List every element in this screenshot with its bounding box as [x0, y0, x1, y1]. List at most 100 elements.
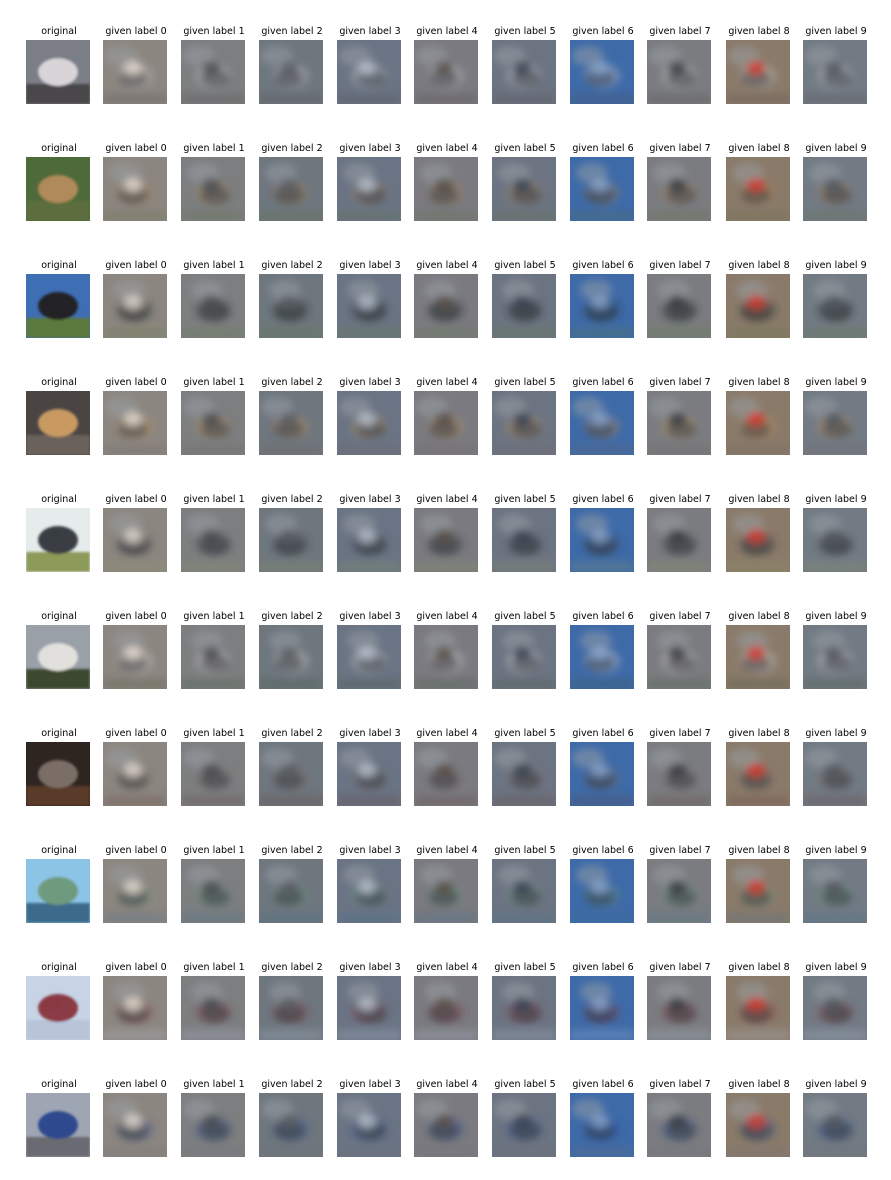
generated-image [259, 274, 323, 338]
generated-image [181, 976, 245, 1040]
generated-image [414, 508, 478, 572]
generated-image [103, 274, 167, 338]
image-caption: given label 9 [805, 26, 867, 37]
generated-image [492, 859, 556, 923]
generated-image [570, 157, 634, 221]
generated-image [726, 40, 790, 104]
generated-image [337, 40, 401, 104]
image-caption: given label 9 [805, 143, 867, 154]
generated-image [259, 1093, 323, 1157]
generated-image [181, 40, 245, 104]
generated-image [259, 508, 323, 572]
generated-image [103, 625, 167, 689]
generated-image [181, 625, 245, 689]
generated-image [647, 742, 711, 806]
generated-image [647, 157, 711, 221]
original-image [26, 40, 90, 104]
generated-image [337, 508, 401, 572]
generated-image [259, 391, 323, 455]
generated-image [414, 976, 478, 1040]
original-image [26, 508, 90, 572]
generated-image [570, 1093, 634, 1157]
generated-image [414, 742, 478, 806]
generated-image [492, 391, 556, 455]
generated-image [570, 274, 634, 338]
generated-image [492, 157, 556, 221]
generated-image [726, 859, 790, 923]
generated-image [259, 976, 323, 1040]
generated-image [414, 157, 478, 221]
generated-image [803, 742, 867, 806]
generated-image [492, 40, 556, 104]
generated-image [103, 157, 167, 221]
generated-image [181, 508, 245, 572]
generated-image [103, 976, 167, 1040]
generated-image [337, 274, 401, 338]
generated-image [337, 976, 401, 1040]
generated-image [414, 274, 478, 338]
original-image [26, 157, 90, 221]
generated-image [647, 859, 711, 923]
original-image [26, 1093, 90, 1157]
generated-image [103, 391, 167, 455]
generated-image [492, 274, 556, 338]
generated-image [647, 391, 711, 455]
generated-image [803, 391, 867, 455]
generated-image [492, 625, 556, 689]
generated-image [337, 157, 401, 221]
generated-image [181, 157, 245, 221]
generated-image [103, 508, 167, 572]
generated-image [803, 976, 867, 1040]
original-image [26, 742, 90, 806]
generated-image [647, 625, 711, 689]
generated-image [414, 625, 478, 689]
generated-image [414, 40, 478, 104]
generated-image [259, 742, 323, 806]
generated-image [103, 40, 167, 104]
image-caption: given label 9 [805, 728, 867, 739]
image-caption: given label 9 [805, 1079, 867, 1090]
generated-image [726, 1093, 790, 1157]
generated-image [492, 1093, 556, 1157]
generated-image [647, 976, 711, 1040]
generated-image [570, 976, 634, 1040]
generated-image [414, 859, 478, 923]
image-caption: given label 9 [805, 377, 867, 388]
generated-image [103, 1093, 167, 1157]
original-image [26, 274, 90, 338]
generated-image [726, 625, 790, 689]
generated-image [726, 157, 790, 221]
image-caption: given label 9 [805, 611, 867, 622]
original-image [26, 625, 90, 689]
generated-image [492, 742, 556, 806]
generated-image [803, 274, 867, 338]
generated-image [259, 40, 323, 104]
generated-image [181, 1093, 245, 1157]
generated-image [570, 625, 634, 689]
generated-image [492, 976, 556, 1040]
generated-image [570, 508, 634, 572]
generated-image [337, 391, 401, 455]
generated-image [337, 1093, 401, 1157]
generated-image [103, 859, 167, 923]
generated-image [414, 391, 478, 455]
generated-image [803, 625, 867, 689]
image-caption: given label 9 [805, 962, 867, 973]
original-image [26, 391, 90, 455]
generated-image [647, 508, 711, 572]
generated-image [570, 859, 634, 923]
generated-image [181, 742, 245, 806]
generated-image [726, 274, 790, 338]
generated-image [803, 1093, 867, 1157]
generated-image [414, 1093, 478, 1157]
generated-image [726, 508, 790, 572]
reconstruction-grid: original given label 0 given label 1 given … [0, 0, 891, 1180]
generated-image [726, 976, 790, 1040]
generated-image [259, 625, 323, 689]
original-image [26, 976, 90, 1040]
generated-image [570, 742, 634, 806]
generated-image [647, 40, 711, 104]
generated-image [337, 742, 401, 806]
generated-image [492, 508, 556, 572]
generated-image [570, 40, 634, 104]
